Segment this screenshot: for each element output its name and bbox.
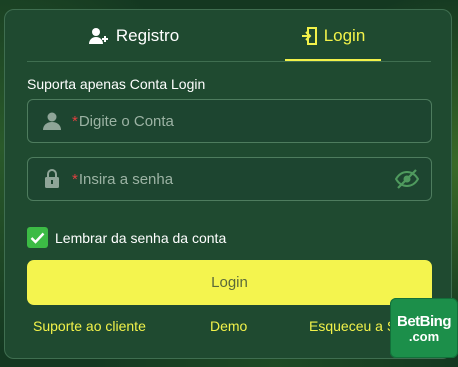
demo-link[interactable]: Demo: [210, 318, 247, 334]
check-icon: [30, 232, 45, 244]
tabs-divider: [27, 61, 431, 62]
tab-login[interactable]: Login: [285, 10, 381, 62]
logo-bing: Bing: [419, 312, 452, 330]
eye-hidden-icon[interactable]: [394, 168, 420, 195]
logo-wordmark: BetBing: [397, 312, 452, 330]
login-type-note: Suporta apenas Conta Login: [27, 76, 206, 92]
remember-checkbox[interactable]: [27, 227, 48, 248]
remember-label: Lembrar da senha da conta: [55, 229, 227, 246]
password-placeholder: *Insira a senha: [72, 171, 173, 188]
lock-icon: [32, 169, 72, 189]
logo-bet: Bet: [397, 312, 420, 330]
password-field[interactable]: *Insira a senha: [27, 157, 432, 201]
logo-domain: .com: [408, 328, 440, 344]
auth-tabs: Registro Login: [5, 10, 451, 62]
tab-login-label: Login: [323, 26, 366, 45]
login-panel: Registro Login Suporta apenas Conta Logi…: [4, 9, 452, 359]
login-door-icon: [301, 27, 317, 45]
password-required-mark: *: [72, 170, 78, 188]
add-user-icon: [88, 27, 109, 45]
betbing-logo: BetBing .com: [390, 298, 458, 358]
customer-support-link[interactable]: Suporte ao cliente: [33, 318, 146, 334]
forgot-password-link[interactable]: Esqueceu a Senha: [309, 318, 393, 334]
account-placeholder-text: Digite o Conta: [78, 112, 174, 130]
login-button[interactable]: Login: [27, 260, 432, 305]
account-placeholder: *Digite o Conta: [72, 113, 174, 130]
user-icon: [32, 112, 72, 130]
tab-register[interactable]: Registro: [29, 10, 239, 62]
account-required-mark: *: [72, 112, 78, 130]
password-placeholder-text: Insira a senha: [78, 170, 174, 188]
tab-register-label: Registro: [115, 26, 180, 45]
account-field[interactable]: *Digite o Conta: [27, 99, 432, 143]
remember-password[interactable]: Lembrar da senha da conta: [27, 227, 226, 248]
